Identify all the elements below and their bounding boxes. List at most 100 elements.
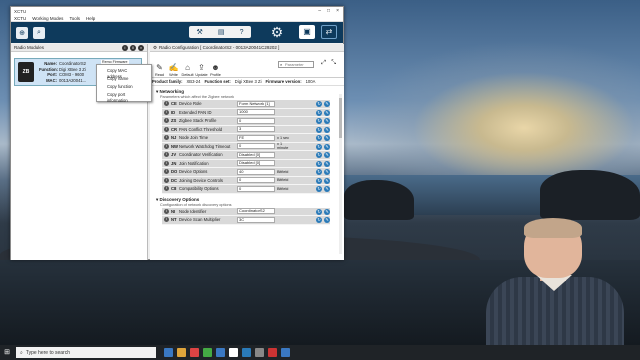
context-copy-port[interactable]: Copy port information: [97, 91, 151, 103]
taskbar-app-icon[interactable]: [242, 348, 251, 357]
config-icon: ⚙: [153, 44, 158, 50]
gear-icon[interactable]: ⚙: [269, 24, 285, 40]
menu-tools[interactable]: Tools: [69, 16, 80, 21]
taskbar-app-icon[interactable]: [281, 348, 290, 357]
remove-icon[interactable]: ×: [138, 44, 144, 51]
maximize-button[interactable]: □: [327, 8, 330, 14]
param-value-input[interactable]: FE: [237, 134, 275, 141]
param-value-input[interactable]: 0: [237, 177, 275, 184]
taskbar-search-input[interactable]: ⌕ Type here to search: [16, 347, 156, 358]
update-button[interactable]: ⇪ Update: [195, 63, 207, 77]
write-icon[interactable]: ✎: [324, 169, 330, 175]
refresh-icon[interactable]: ↻: [316, 177, 322, 184]
write-icon[interactable]: ✎: [324, 217, 330, 223]
read-button[interactable]: ✎ Read: [154, 63, 165, 77]
network-mode-icon[interactable]: ⇄: [321, 25, 337, 39]
write-icon[interactable]: ✎: [324, 126, 330, 133]
configuration-mode-icon[interactable]: ▣: [299, 25, 315, 39]
menu-bar: XCTU Working Modes Tools Help: [11, 15, 343, 22]
param-value-input[interactable]: Disabled [0]: [237, 151, 275, 158]
refresh-icon[interactable]: ↻: [316, 160, 322, 167]
param-row: i NT Device Scan Multiplier 3C ↻ ✎: [162, 216, 330, 225]
param-unit: x 1 minute: [277, 142, 289, 151]
param-value-input[interactable]: 40: [237, 168, 275, 175]
context-copy-function[interactable]: Copy function: [97, 83, 151, 91]
write-icon[interactable]: ✎: [324, 118, 330, 124]
info-icon: i: [164, 101, 169, 107]
param-value-input[interactable]: 3: [237, 126, 275, 133]
firmware-version-value: 100A: [305, 79, 316, 84]
info-icon: i: [164, 160, 169, 166]
param-row: i CR PAN Conflict Threshold 3 ↻ ✎: [162, 125, 330, 134]
default-button[interactable]: ⌂ Default: [181, 63, 193, 77]
taskbar-app-icon[interactable]: [164, 348, 173, 357]
add-radio-icon[interactable]: ⊕: [16, 26, 28, 39]
write-icon[interactable]: ✎: [324, 177, 330, 184]
param-value-input[interactable]: 0: [237, 185, 275, 192]
taskbar-app-icon[interactable]: [190, 348, 199, 357]
refresh-icon[interactable]: ↻: [316, 126, 322, 133]
param-value-input[interactable]: CoordinatorS2: [237, 208, 275, 215]
profile-button[interactable]: ☻ Profile: [210, 63, 221, 77]
write-icon[interactable]: ✎: [324, 135, 330, 141]
help-icon[interactable]: ?: [240, 29, 244, 36]
parameter-search-input[interactable]: ⌕ Parameter: [278, 61, 314, 68]
frames-icon[interactable]: ▤: [218, 28, 225, 36]
write-button[interactable]: ✍ Write: [168, 63, 179, 77]
start-icon[interactable]: ⊞: [0, 345, 14, 360]
tools-icon[interactable]: ⚒: [197, 28, 203, 36]
refresh-icon[interactable]: ↻: [316, 186, 322, 192]
taskbar-app-icon[interactable]: [255, 348, 264, 357]
write-icon[interactable]: ✎: [324, 186, 330, 192]
config-scrollbar[interactable]: [339, 94, 342, 254]
refresh-icon[interactable]: ↻: [316, 135, 322, 141]
param-code: CE: [171, 101, 177, 107]
taskbar-app-icon[interactable]: [229, 348, 238, 357]
write-icon[interactable]: ✎: [324, 208, 330, 215]
context-copy-name[interactable]: Copy name: [97, 75, 151, 83]
taskbar-app-icon[interactable]: [268, 348, 277, 357]
pause-icon[interactable]: ‖: [130, 44, 136, 51]
close-button[interactable]: ×: [336, 8, 339, 14]
minimize-button[interactable]: –: [318, 8, 321, 14]
param-value-input[interactable]: Form Network [1]: [237, 100, 275, 107]
param-value-input[interactable]: 3C: [237, 216, 275, 223]
write-icon[interactable]: ✎: [324, 152, 330, 158]
refresh-icon[interactable]: ↻: [316, 208, 322, 215]
info-icon: i: [164, 126, 169, 132]
write-icon[interactable]: ✎: [324, 101, 330, 107]
scrollbar-thumb[interactable]: [339, 98, 342, 138]
expand-icon[interactable]: ⤢: [321, 60, 326, 67]
collapse-icon[interactable]: ⤡: [331, 60, 336, 67]
info-icon[interactable]: i: [122, 44, 128, 51]
refresh-icon[interactable]: ↻: [316, 109, 322, 116]
taskbar-app-icon[interactable]: [203, 348, 212, 357]
refresh-icon[interactable]: ↻: [316, 101, 322, 107]
menu-help[interactable]: Help: [86, 16, 95, 21]
refresh-icon[interactable]: ↻: [316, 217, 322, 223]
param-label: Zigbee Stack Profile: [179, 118, 217, 124]
param-value-input[interactable]: 0: [237, 117, 275, 124]
refresh-icon[interactable]: ↻: [316, 118, 322, 124]
presenter-hair: [524, 218, 582, 238]
module-info: Name: CoordinatorS2 Function:Digi XBee 3 …: [39, 61, 86, 83]
discover-radio-icon[interactable]: ⌕: [33, 26, 45, 39]
refresh-icon[interactable]: ↻: [316, 152, 322, 158]
menu-xctu[interactable]: XCTU: [14, 16, 26, 21]
taskbar-app-icon[interactable]: [216, 348, 225, 357]
refresh-icon[interactable]: ↻: [316, 143, 322, 150]
taskbar-app-icon[interactable]: [177, 348, 186, 357]
write-icon[interactable]: ✎: [324, 109, 330, 116]
firmware-version-label: Firmware version:: [265, 79, 302, 84]
write-icon[interactable]: ✎: [324, 160, 330, 167]
main-toolbar: ⊕ ⌕ ⚒ ▤ ? ⚙ ▣ ⇄: [11, 22, 343, 43]
param-value-input[interactable]: 1000: [237, 109, 275, 116]
menu-working-modes[interactable]: Working Modes: [32, 16, 63, 21]
param-value-input[interactable]: 0: [237, 143, 275, 150]
context-copy-mac[interactable]: Copy MAC address: [97, 67, 151, 79]
param-value-input[interactable]: Disabled [0]: [237, 160, 275, 167]
pencil-down-icon: ✎: [156, 63, 163, 72]
refresh-icon[interactable]: ↻: [316, 169, 322, 175]
radio-configuration-header: ⚙ Radio Configuration [ CoordinatorS2 - …: [150, 44, 344, 52]
write-icon[interactable]: ✎: [324, 143, 330, 150]
